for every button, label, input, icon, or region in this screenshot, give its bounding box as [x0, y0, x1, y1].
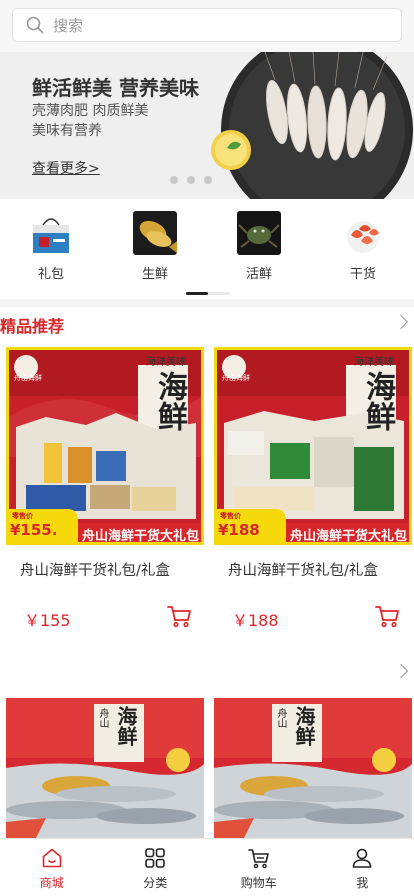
- chevron-right-icon[interactable]: [393, 663, 409, 679]
- grid-icon: [145, 848, 166, 868]
- promo-banner[interactable]: 鲜活鲜美 营养美味 壳薄肉肥 肉质鲜美 美味有营养 查看更多>: [0, 52, 414, 199]
- product-image[interactable]: 舟山 海鲜: [6, 698, 204, 838]
- category-label: 活鲜: [245, 267, 272, 282]
- product-name[interactable]: 舟山海鲜干货礼包/礼盒: [214, 559, 412, 580]
- retail-price: ¥188: [218, 521, 260, 539]
- tab-mall[interactable]: 商城: [0, 839, 104, 896]
- product-name[interactable]: 舟山海鲜干货礼包/礼盒: [6, 559, 204, 580]
- box-title-text: 海鲜: [114, 706, 138, 746]
- gift-bag-icon: [29, 211, 73, 255]
- category-scroll-indicator: [186, 292, 230, 295]
- add-to-cart-icon[interactable]: [166, 603, 192, 629]
- category-label: 礼包: [37, 267, 64, 282]
- box-corner-text: 海洋美味: [146, 357, 186, 368]
- box-banner-text: 舟山海鲜干货大礼包: [82, 529, 200, 544]
- section-title: 精品推荐: [0, 317, 65, 336]
- retail-label: 零售价: [220, 512, 241, 520]
- shrimp-plate-image: [211, 52, 413, 199]
- chevron-right-icon[interactable]: [393, 314, 409, 330]
- category-item-fresh[interactable]: 生鲜: [110, 211, 200, 282]
- tab-label: 商城: [39, 876, 64, 890]
- category-item-dried[interactable]: 干货: [318, 211, 408, 282]
- product-image[interactable]: 舟山海鲜 海洋美味 海鲜 零售价 ¥188 舟山海鲜干货大礼包: [214, 347, 412, 545]
- search-input[interactable]: 搜索: [12, 8, 402, 42]
- search-icon: [26, 16, 44, 34]
- live-crab-icon: [237, 211, 281, 255]
- banner-title: 鲜活鲜美 营养美味: [32, 76, 199, 100]
- cart-icon: [247, 849, 269, 869]
- category-label: 干货: [349, 267, 376, 282]
- box-title-text: 海鲜: [292, 706, 316, 746]
- add-to-cart-icon[interactable]: [374, 603, 400, 629]
- product-price: ￥188: [232, 611, 279, 630]
- tab-label: 购物车: [240, 876, 277, 890]
- banner-more-link[interactable]: 查看更多>: [32, 158, 100, 178]
- tab-me[interactable]: 我: [311, 839, 414, 896]
- retail-label: 零售价: [12, 512, 33, 520]
- home-icon: [42, 848, 62, 868]
- bottom-tab-bar: 商城 分类 购物车 我: [0, 838, 414, 896]
- fresh-fish-icon: [133, 211, 177, 255]
- category-label: 生鲜: [141, 267, 168, 282]
- box-title-text: 海鲜: [360, 371, 395, 431]
- banner-dot-1[interactable]: [170, 176, 178, 184]
- box-corner-text: 海洋美味: [354, 357, 394, 368]
- tab-category[interactable]: 分类: [104, 839, 208, 896]
- box-brand-text: 舟山海鲜: [222, 374, 250, 382]
- banner-subtitle-1: 壳薄肉肥 肉质鲜美: [32, 103, 149, 119]
- category-item-live[interactable]: 活鲜: [214, 211, 304, 282]
- app-screen: { "search": { "placeholder": "搜索" }, "ba…: [0, 0, 414, 896]
- product-card[interactable]: 舟山海鲜 海洋美味 海鲜 零售价 ¥155. 舟山海鲜干货大礼包 舟山海鲜干货礼…: [6, 347, 204, 630]
- tab-label: 分类: [143, 876, 168, 890]
- product-card[interactable]: 舟山海鲜 海洋美味 海鲜 零售价 ¥188 舟山海鲜干货大礼包 舟山海鲜干货礼包…: [214, 347, 412, 630]
- tab-label: 我: [356, 876, 369, 890]
- category-row: 礼包 生鲜 活鲜 干货: [0, 199, 414, 299]
- product-card[interactable]: 舟山 海鲜: [214, 698, 412, 838]
- search-placeholder: 搜索: [53, 16, 84, 35]
- user-icon: [352, 848, 372, 868]
- banner-dot-2[interactable]: [187, 176, 195, 184]
- product-price: ￥155: [24, 611, 71, 630]
- tab-cart[interactable]: 购物车: [207, 839, 311, 896]
- product-image[interactable]: 舟山 海鲜: [214, 698, 412, 838]
- box-banner-text: 舟山海鲜干货大礼包: [290, 529, 408, 544]
- search-bar: 搜索: [0, 0, 414, 52]
- dried-shrimp-icon: [341, 211, 385, 255]
- product-card[interactable]: 舟山 海鲜: [6, 698, 204, 838]
- retail-price: ¥155.: [10, 521, 58, 539]
- box-brand-text: 舟山: [97, 708, 108, 728]
- section-divider: [0, 299, 414, 307]
- category-item-gift[interactable]: 礼包: [6, 211, 96, 282]
- banner-subtitle-2: 美味有营养: [32, 123, 102, 139]
- box-title-text: 海鲜: [152, 371, 187, 431]
- product-image[interactable]: 舟山海鲜 海洋美味 海鲜 零售价 ¥155. 舟山海鲜干货大礼包: [6, 347, 204, 545]
- box-brand-text: 舟山: [275, 708, 286, 728]
- box-brand-text: 舟山海鲜: [14, 374, 42, 382]
